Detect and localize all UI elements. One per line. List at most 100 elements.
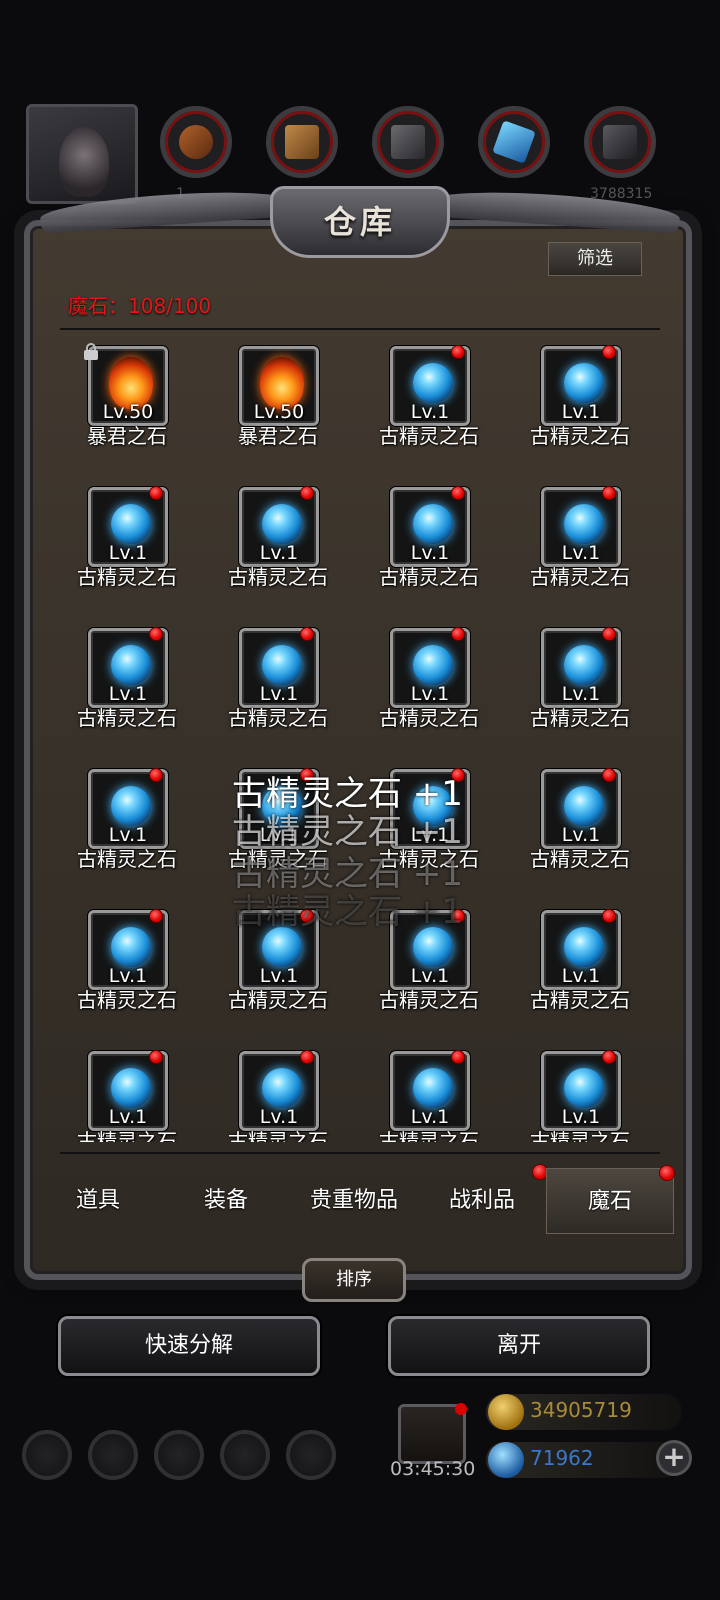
item-cell[interactable]: Lv.1 古精灵之石	[203, 1047, 353, 1142]
wood-resource-icon[interactable]	[266, 106, 338, 178]
blue-stone-icon	[413, 927, 453, 967]
leave-button[interactable]: 离开	[388, 1316, 650, 1376]
item-cell[interactable]: Lv.1 古精灵之石	[52, 483, 202, 613]
item-cell[interactable]: Lv.50 暴君之石	[203, 342, 353, 472]
item-slot[interactable]: Lv.50	[239, 346, 319, 426]
blue-stone-icon	[262, 504, 302, 544]
sort-button[interactable]: 排序	[302, 1258, 406, 1302]
divider	[60, 1152, 660, 1154]
filter-button[interactable]: 筛选	[548, 242, 642, 276]
leather-resource-icon[interactable]	[160, 106, 232, 178]
skill-icon[interactable]	[154, 1430, 204, 1480]
item-slot[interactable]: Lv.1	[541, 486, 621, 567]
new-item-dot	[602, 1050, 616, 1064]
item-cell[interactable]: Lv.1 古精灵之石	[354, 1047, 504, 1142]
gem-currency: 71962	[486, 1442, 682, 1478]
gift-timer: 03:45:30	[390, 1458, 476, 1480]
new-item-dot	[602, 627, 616, 641]
blue-gem-icon	[488, 1442, 524, 1478]
item-cell[interactable]: Lv.50 暴君之石	[52, 342, 202, 472]
item-slot[interactable]: Lv.1	[239, 1050, 319, 1131]
notification-dot	[455, 1403, 467, 1415]
tab-1[interactable]: 装备	[162, 1168, 290, 1234]
blue-stone-icon	[564, 927, 604, 967]
blue-stone-icon	[111, 786, 151, 826]
gem-value: 71962	[530, 1446, 594, 1470]
item-slot[interactable]: Lv.1	[541, 627, 621, 708]
item-name: 古精灵之石	[530, 1129, 630, 1142]
item-slot[interactable]: Lv.1	[88, 768, 168, 849]
item-cell[interactable]: Lv.1 古精灵之石	[505, 342, 655, 472]
blue-stone-icon	[111, 927, 151, 967]
item-cell[interactable]: Lv.1 古精灵之石	[354, 342, 504, 472]
item-name: 古精灵之石	[530, 706, 630, 730]
item-slot[interactable]: Lv.1	[88, 627, 168, 708]
item-slot[interactable]: Lv.1	[390, 627, 470, 708]
stone-resource-icon[interactable]	[584, 106, 656, 178]
add-currency-button[interactable]: +	[656, 1440, 692, 1476]
item-cell[interactable]: Lv.1 古精灵之石	[52, 1047, 202, 1142]
item-slot[interactable]: Lv.1	[541, 909, 621, 990]
tab-0[interactable]: 道具	[34, 1168, 162, 1234]
mail-icon[interactable]	[220, 1430, 270, 1480]
item-cell[interactable]: Lv.1 古精灵之石	[52, 765, 202, 895]
title-plate: 仓库	[270, 186, 450, 258]
item-cell[interactable]: Lv.1 古精灵之石	[52, 624, 202, 754]
item-cell[interactable]: Lv.1 古精灵之石	[52, 906, 202, 1036]
new-item-dot	[300, 1050, 314, 1064]
item-cell[interactable]: Lv.1 古精灵之石	[505, 1047, 655, 1142]
chat-icon[interactable]	[286, 1430, 336, 1480]
blue-stone-icon	[564, 363, 604, 403]
item-cell[interactable]: Lv.1 古精灵之石	[505, 624, 655, 754]
item-name: 古精灵之石	[77, 706, 177, 730]
new-item-dot	[602, 345, 616, 359]
settings-gear-icon[interactable]	[22, 1430, 72, 1480]
new-item-dot	[300, 486, 314, 500]
item-cell[interactable]: Lv.1 古精灵之石	[203, 483, 353, 613]
item-cell[interactable]: Lv.1 古精灵之石	[354, 483, 504, 613]
item-cell[interactable]: Lv.1 古精灵之石	[505, 765, 655, 895]
tab-4[interactable]: 魔石	[546, 1165, 675, 1234]
tab-label: 道具	[75, 1188, 120, 1213]
star-icon[interactable]	[88, 1430, 138, 1480]
gift-box-icon[interactable]	[398, 1403, 467, 1464]
tab-label: 贵重物品	[309, 1188, 398, 1213]
item-slot[interactable]: Lv.50	[84, 343, 168, 426]
quick-decompose-button[interactable]: 快速分解	[58, 1316, 320, 1376]
item-grid[interactable]: Lv.50 暴君之石 Lv.50 暴君之石 Lv.1 古精灵之石 Lv.1 古精灵之石 Lv.1…	[52, 342, 668, 1142]
item-name: 古精灵之石	[379, 1129, 479, 1142]
blue-stone-icon	[262, 645, 302, 685]
item-cell[interactable]: Lv.1 古精灵之石	[505, 906, 655, 1036]
item-slot[interactable]: Lv.1	[541, 1050, 621, 1131]
item-slot[interactable]: Lv.1	[390, 1050, 470, 1131]
item-name: 古精灵之石	[530, 565, 630, 589]
new-item-dot	[602, 486, 616, 500]
new-item-dot	[300, 627, 314, 641]
item-name: 古精灵之石	[379, 424, 479, 448]
page-title: 仓库	[323, 203, 396, 241]
item-name: 古精灵之石	[379, 565, 479, 589]
tab-3[interactable]: 战利品	[418, 1164, 548, 1234]
item-cell[interactable]: Lv.1 古精灵之石	[203, 624, 353, 754]
item-slot[interactable]: Lv.1	[239, 627, 319, 708]
item-slot[interactable]: Lv.1	[88, 1050, 168, 1131]
new-item-dot	[149, 768, 163, 782]
item-cell[interactable]: Lv.1 古精灵之石	[505, 483, 655, 613]
item-cell[interactable]: Lv.1 古精灵之石	[354, 624, 504, 754]
blue-stone-icon	[262, 927, 302, 967]
item-slot[interactable]: Lv.1	[390, 486, 470, 567]
gold-value: 34905719	[530, 1398, 632, 1422]
notification-dot	[659, 1165, 675, 1181]
gold-coin-icon	[488, 1394, 524, 1430]
character-portrait[interactable]	[26, 104, 138, 204]
iron-resource-icon[interactable]	[372, 106, 444, 178]
floating-gain-text: 古精灵之石 +1	[232, 892, 463, 932]
item-slot[interactable]: Lv.1	[88, 909, 168, 990]
tab-2[interactable]: 贵重物品	[290, 1168, 418, 1234]
item-slot[interactable]: Lv.1	[239, 486, 319, 567]
crystal-resource-icon[interactable]	[478, 106, 550, 178]
item-slot[interactable]: Lv.1	[88, 486, 168, 567]
item-slot[interactable]: Lv.1	[541, 345, 621, 426]
item-slot[interactable]: Lv.1	[390, 345, 470, 426]
item-slot[interactable]: Lv.1	[541, 768, 621, 849]
